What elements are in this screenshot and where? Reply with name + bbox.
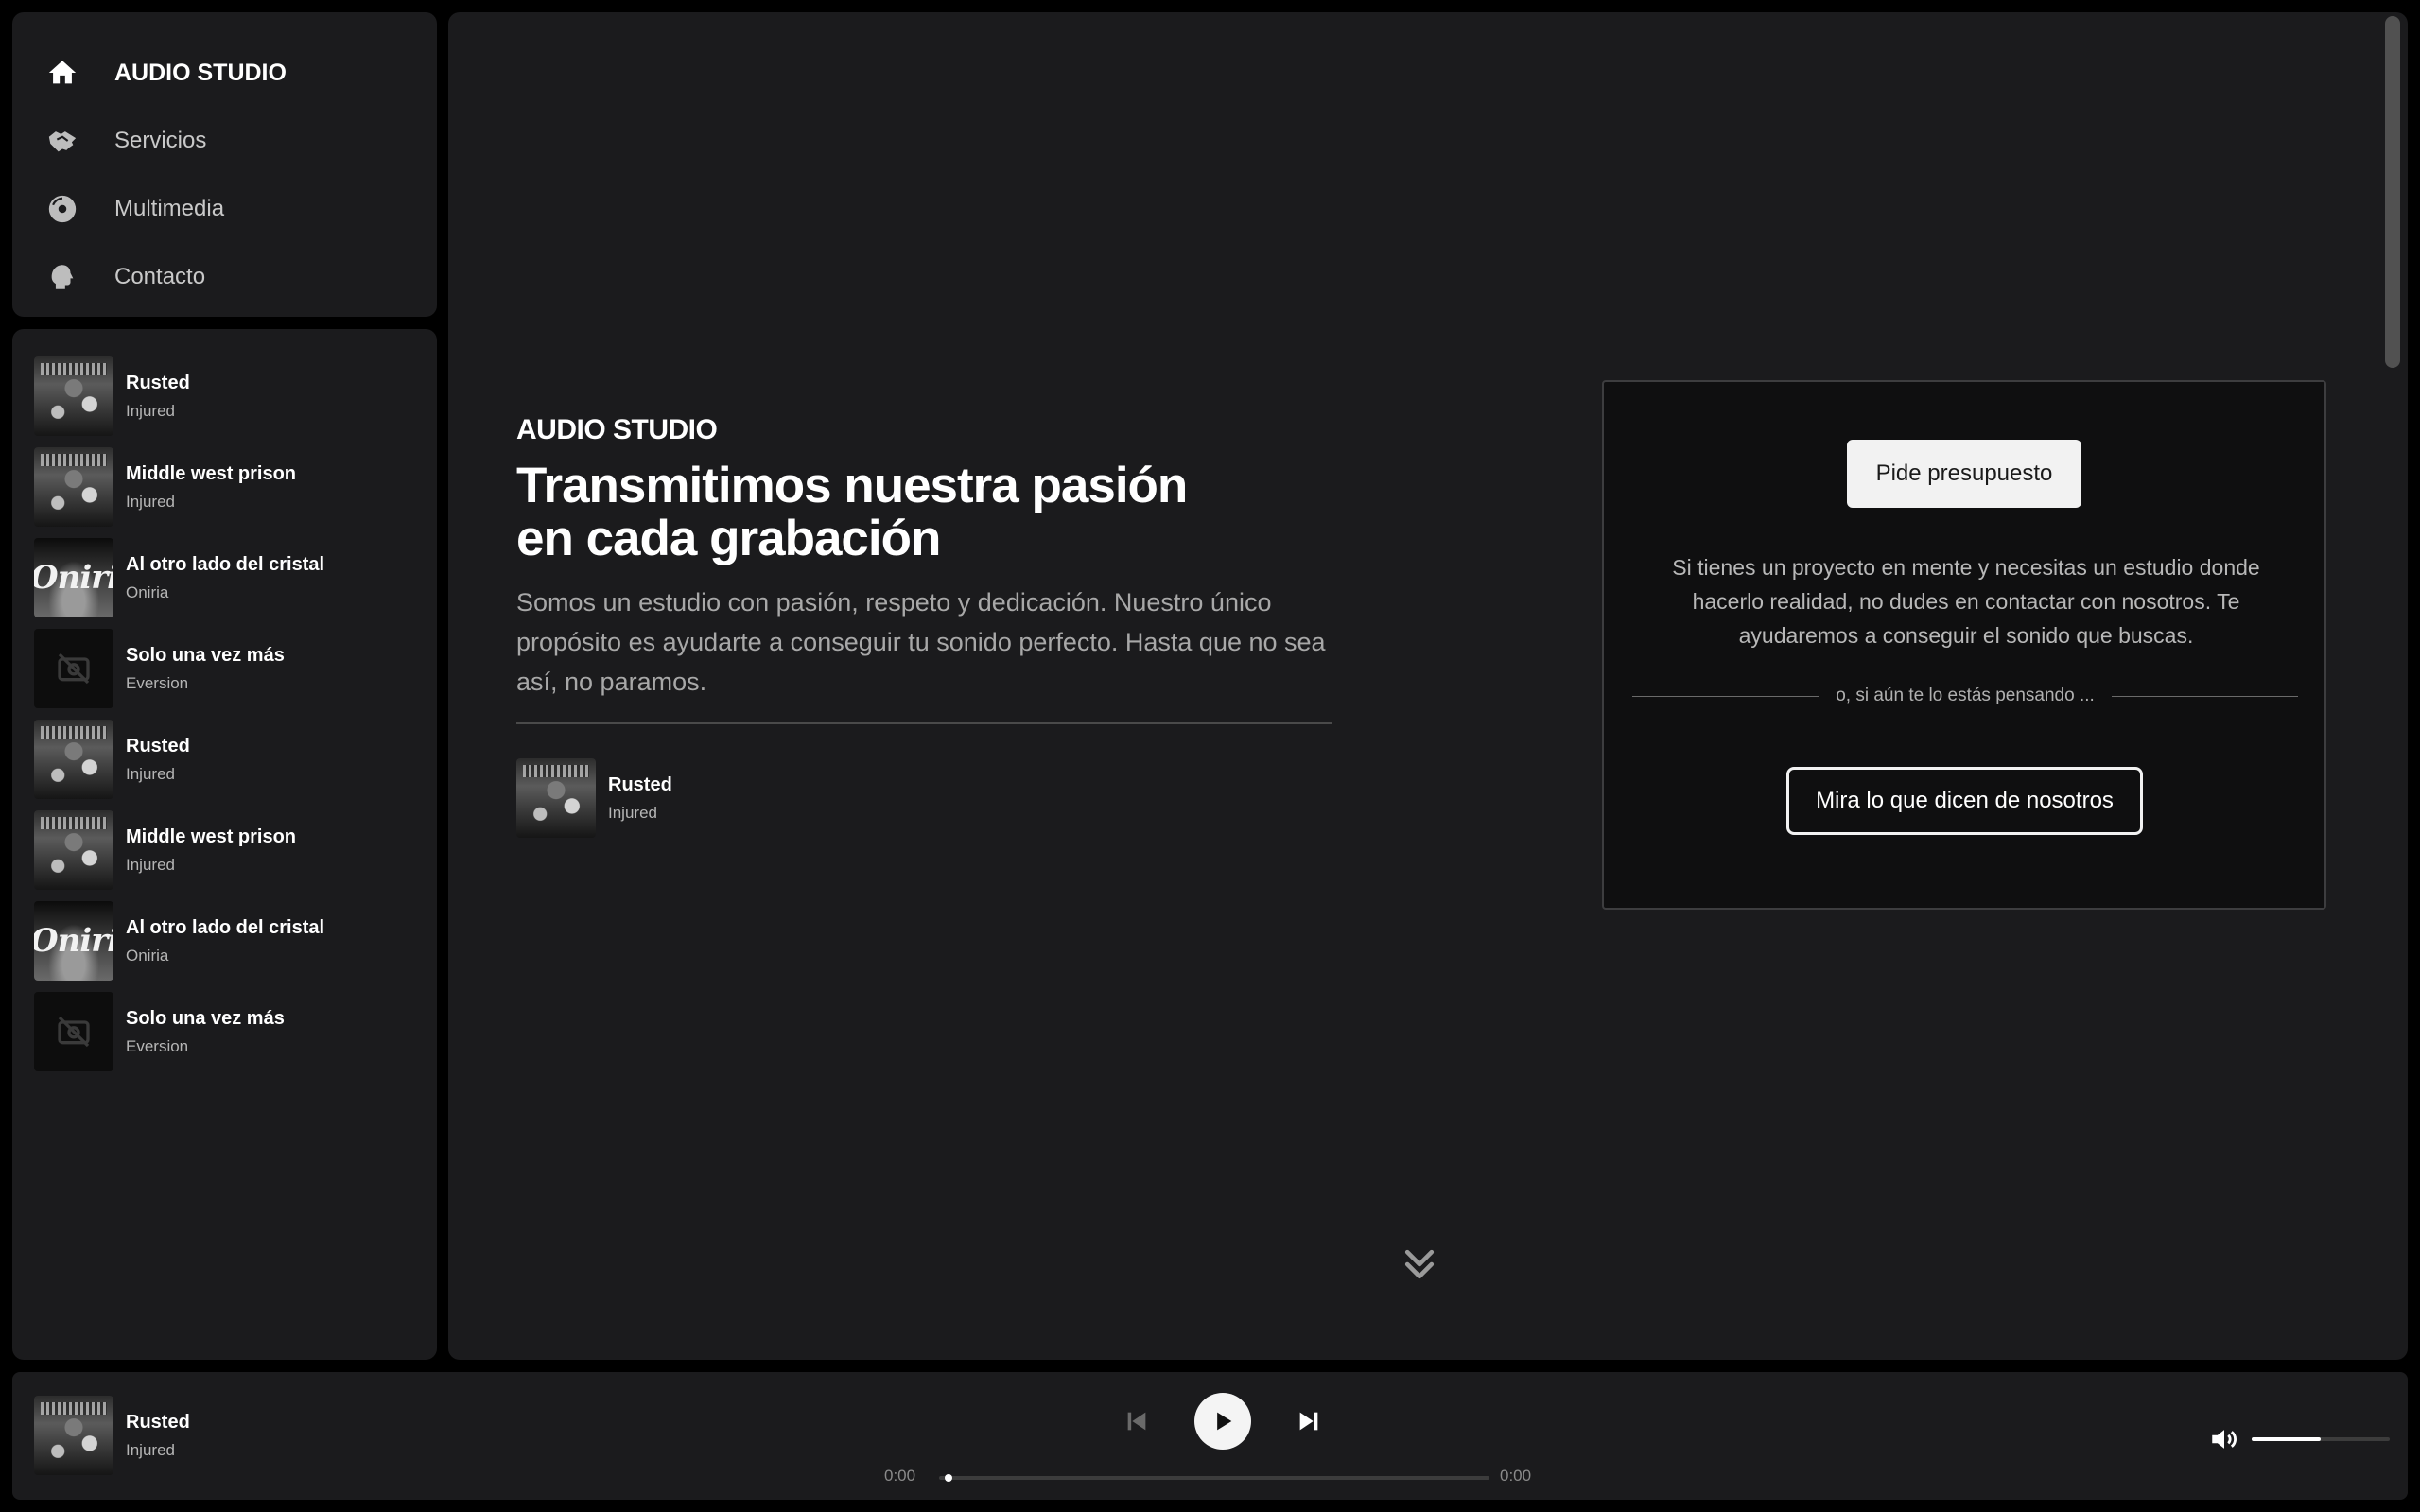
or-separator: o, si aún te lo estás pensando ... bbox=[1632, 685, 2299, 707]
hero-section: AUDIO STUDIO Transmitimos nuestra pasión… bbox=[516, 414, 1339, 838]
track-title: Al otro lado del cristal bbox=[126, 553, 325, 575]
track-artist: Injured bbox=[608, 803, 657, 822]
progress-knob[interactable] bbox=[944, 1474, 952, 1482]
volume-icon[interactable] bbox=[2208, 1423, 2240, 1455]
speaking-head-icon bbox=[46, 258, 103, 296]
album-cover bbox=[516, 758, 596, 838]
playlist-item[interactable]: Oniria Al otro lado del cristal Oniria bbox=[12, 532, 437, 623]
album-cover-logo: Oniria bbox=[34, 922, 113, 960]
scrollbar-thumb[interactable] bbox=[2385, 16, 2400, 368]
track-title: Rusted bbox=[608, 773, 672, 795]
track-title: Solo una vez más bbox=[126, 644, 285, 666]
album-cover bbox=[34, 1396, 113, 1475]
main-content: AUDIO STUDIO Transmitimos nuestra pasión… bbox=[448, 12, 2408, 1360]
progress-bar[interactable] bbox=[939, 1467, 1489, 1487]
cta-card: Pide presupuesto Si tienes un proyecto e… bbox=[1602, 380, 2326, 910]
play-icon bbox=[1217, 1412, 1232, 1431]
album-cover: Oniria bbox=[34, 901, 113, 981]
now-playing[interactable]: Rusted Injured bbox=[34, 1396, 190, 1475]
separator-line bbox=[1632, 695, 1819, 697]
playlist-item[interactable]: Solo una vez más Eversion bbox=[12, 986, 437, 1077]
track-artist: Injured bbox=[126, 401, 175, 420]
track-title: Rusted bbox=[126, 372, 190, 393]
album-cover bbox=[34, 447, 113, 527]
hero-description: Somos un estudio con pasión, respeto y d… bbox=[516, 588, 1326, 696]
track-title: Al otro lado del cristal bbox=[126, 916, 325, 938]
next-button[interactable] bbox=[1293, 1405, 1325, 1437]
volume-slider[interactable] bbox=[2252, 1429, 2390, 1450]
track-artist: Oniria bbox=[126, 946, 169, 965]
nav-item-home[interactable]: AUDIO STUDIO bbox=[12, 39, 437, 107]
track-artist: Injured bbox=[126, 764, 175, 783]
handshake-icon bbox=[46, 122, 103, 160]
playlist-item[interactable]: Middle west prison Injured bbox=[12, 442, 437, 532]
playlist-item[interactable]: Oniria Al otro lado del cristal Oniria bbox=[12, 895, 437, 986]
app-root: AUDIO STUDIO Servicios Multimedia Contac… bbox=[0, 0, 2420, 1512]
home-icon bbox=[46, 54, 103, 92]
track-artist: Injured bbox=[126, 1440, 175, 1459]
skip-next-icon bbox=[1299, 1412, 1318, 1431]
play-button[interactable] bbox=[1194, 1393, 1251, 1450]
player-bar: Rusted Injured 0:00 0:00 bbox=[12, 1372, 2408, 1500]
track-title: Rusted bbox=[126, 735, 190, 756]
nav-item-label: Servicios bbox=[114, 128, 207, 153]
nav-item-label: Multimedia bbox=[114, 196, 225, 221]
testimonials-button[interactable]: Mira lo que dicen de nosotros bbox=[1786, 767, 2143, 835]
nav-item-servicios[interactable]: Servicios bbox=[12, 107, 437, 175]
playlist-item[interactable]: Solo una vez más Eversion bbox=[12, 623, 437, 714]
no-image-icon bbox=[58, 652, 90, 685]
album-cover bbox=[34, 629, 113, 708]
track-artist: Oniria bbox=[126, 582, 169, 601]
album-cover bbox=[34, 810, 113, 890]
playlist-item[interactable]: Rusted Injured bbox=[12, 714, 437, 805]
track-artist: Eversion bbox=[126, 1036, 189, 1055]
hero-brand: AUDIO STUDIO bbox=[516, 414, 718, 445]
playback-controls bbox=[1121, 1393, 1325, 1450]
nav-item-contacto[interactable]: Contacto bbox=[12, 243, 437, 311]
nav-item-multimedia[interactable]: Multimedia bbox=[12, 175, 437, 243]
featured-track[interactable]: Rusted Injured bbox=[516, 758, 1339, 838]
album-cover bbox=[34, 356, 113, 436]
separator-line bbox=[2111, 695, 2299, 697]
no-image-icon bbox=[58, 1016, 90, 1048]
playlist: Rusted Injured Middle west prison Injure… bbox=[12, 329, 437, 1360]
track-artist: Injured bbox=[126, 855, 175, 874]
hero-headline-line1: Transmitimos nuestra pasión bbox=[516, 458, 1188, 513]
track-title: Solo una vez más bbox=[126, 1007, 285, 1029]
album-cover-logo: Oniria bbox=[34, 559, 113, 597]
current-time: 0:00 bbox=[884, 1467, 916, 1485]
disc-icon bbox=[46, 190, 103, 228]
track-artist: Injured bbox=[126, 492, 175, 511]
skip-previous-icon bbox=[1127, 1412, 1146, 1431]
request-quote-button[interactable]: Pide presupuesto bbox=[1847, 440, 2081, 508]
playlist-item[interactable]: Rusted Injured bbox=[12, 351, 437, 442]
hero-headline-line2: en cada grabación bbox=[516, 511, 941, 566]
divider bbox=[516, 722, 1332, 724]
or-text: o, si aún te lo estás pensando ... bbox=[1836, 686, 2095, 705]
track-title: Rusted bbox=[126, 1411, 190, 1433]
previous-button[interactable] bbox=[1121, 1405, 1153, 1437]
playlist-item[interactable]: Middle west prison Injured bbox=[12, 805, 437, 895]
track-title: Middle west prison bbox=[126, 826, 297, 847]
volume-fill bbox=[2252, 1437, 2321, 1441]
hero-headline: Transmitimos nuestra pasión en cada grab… bbox=[516, 460, 1339, 565]
cta-text: Si tienes un proyecto en mente y necesit… bbox=[1672, 555, 2260, 648]
track-artist: Eversion bbox=[126, 673, 189, 692]
sidebar-nav: AUDIO STUDIO Servicios Multimedia Contac… bbox=[12, 12, 437, 317]
album-cover bbox=[34, 992, 113, 1071]
album-cover: Oniria bbox=[34, 538, 113, 617]
track-title: Middle west prison bbox=[126, 462, 297, 484]
nav-item-label: Contacto bbox=[114, 264, 206, 289]
total-time: 0:00 bbox=[1500, 1467, 1532, 1485]
nav-item-label: AUDIO STUDIO bbox=[114, 59, 287, 86]
scroll-down-icon[interactable] bbox=[1399, 1243, 1440, 1285]
progress-track bbox=[939, 1476, 1489, 1480]
album-cover bbox=[34, 720, 113, 799]
